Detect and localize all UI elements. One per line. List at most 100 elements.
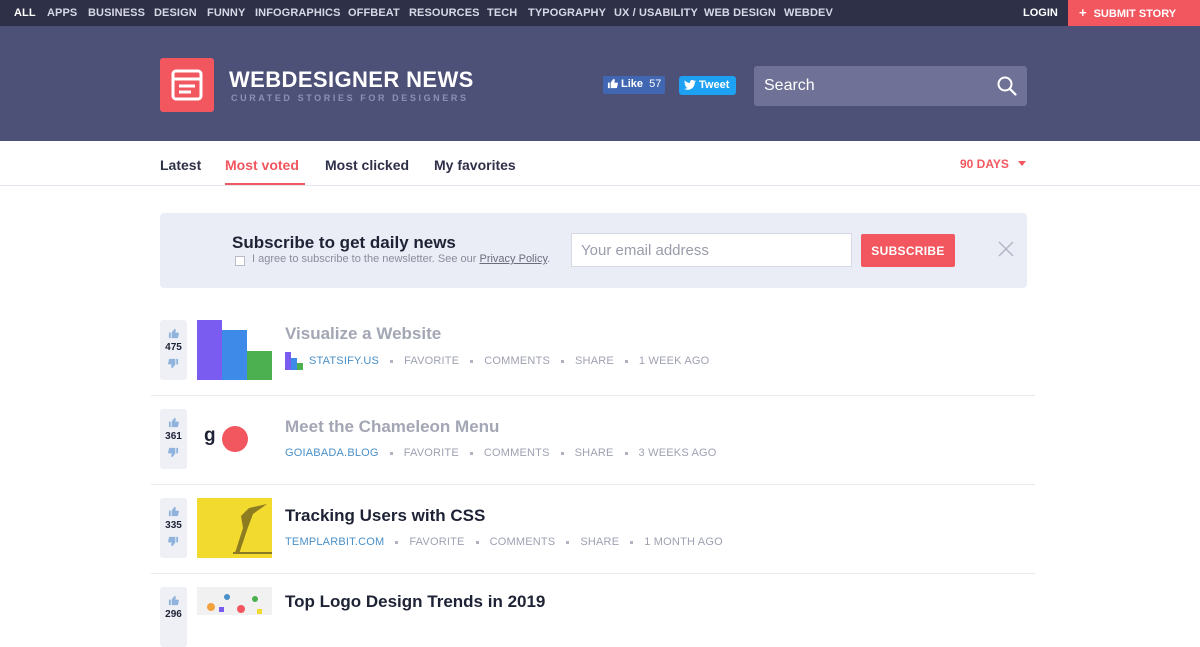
share-link[interactable]: SHARE [575,355,614,367]
search-input[interactable]: Search [764,77,815,95]
thumbs-up-icon [607,78,618,92]
story-title[interactable]: Visualize a Website [285,324,441,344]
favorite-link[interactable]: FAVORITE [409,536,464,548]
submit-story-button[interactable]: + SUBMIT STORY [1068,0,1200,26]
site-title[interactable]: WEBDESIGNER NEWS [229,67,474,93]
separator-dot [475,540,479,544]
tweet-label: Tweet [699,79,730,91]
story-time: 1 MONTH AGO [644,536,723,548]
separator-dot [469,451,473,455]
share-link[interactable]: SHARE [575,447,614,459]
separator-dot [630,540,634,544]
story-title[interactable]: Tracking Users with CSS [285,506,485,526]
separator-dot [389,451,393,455]
category-resources[interactable]: RESOURCES [409,7,480,19]
category-funny[interactable]: FUNNY [207,7,245,19]
story-title[interactable]: Top Logo Design Trends in 2019 [285,592,545,612]
plus-icon: + [1079,5,1087,20]
tweet-button[interactable]: Tweet [679,76,736,95]
comments-link[interactable]: COMMENTS [490,536,556,548]
separator-dot [470,359,474,363]
favorite-link[interactable]: FAVORITE [404,447,459,459]
comments-link[interactable]: COMMENTS [484,355,550,367]
separator-dot [624,359,628,363]
vote-widget: 296 [160,587,187,647]
category-typography[interactable]: TYPOGRAPHY [528,7,606,19]
story-thumbnail[interactable]: g [197,409,272,469]
story-meta: STATSIFY.US FAVORITE COMMENTS SHARE 1 WEEK A… [285,352,709,370]
caret-down-icon [1018,155,1027,169]
agree-text: I agree to subscribe to the newsletter. … [252,253,551,265]
search-box[interactable]: Search [754,66,1027,106]
site-tagline: CURATED STORIES FOR DESIGNERS [231,93,469,103]
separator-dot [390,359,394,363]
subscribe-title: Subscribe to get daily news [232,233,456,252]
tab-most-voted[interactable]: Most voted [225,157,299,173]
site-header: WEBDESIGNER NEWS CURATED STORIES FOR DES… [0,26,1200,141]
thumbnail-letter: g [204,425,216,446]
like-label: Like [621,78,644,90]
tab-most-clicked[interactable]: Most clicked [325,157,409,173]
vote-widget: 361 [160,409,187,469]
subscribe-button[interactable]: SUBSCRIBE [861,234,955,267]
story-thumbnail[interactable] [197,498,272,558]
category-apps[interactable]: APPS [47,7,77,19]
agree-label: I agree to subscribe to the newsletter. … [252,253,477,265]
story-time: 1 WEEK AGO [638,354,710,367]
story-divider [151,395,1035,396]
vote-count: 475 [165,342,182,353]
share-link[interactable]: SHARE [580,536,619,548]
story-title[interactable]: Meet the Chameleon Menu [285,417,499,437]
story-thumbnail[interactable] [197,320,272,380]
vote-count: 335 [165,520,182,531]
category-ux-usability[interactable]: UX / USABILITY [614,7,698,19]
story-time: 3 WEEKS AGO [638,447,717,459]
category-business[interactable]: BUSINESS [88,7,145,19]
facebook-like-button[interactable]: Like 57 [603,76,665,94]
source-favicon-icon [285,352,303,370]
downvote-icon[interactable] [168,356,179,374]
story-source-link[interactable]: TEMPLARBIT.COM [285,536,384,548]
comments-link[interactable]: COMMENTS [484,447,550,459]
tabs-divider [0,185,1200,186]
period-label: 90 DAYS [960,157,1009,171]
category-all[interactable]: ALL [14,7,36,19]
top-category-bar: ALL APPS BUSINESS DESIGN FUNNY INFOGRAPH… [0,0,1200,26]
vote-widget: 475 [160,320,187,380]
agree-checkbox[interactable] [235,256,245,266]
period-dropdown[interactable]: 90 DAYS [960,155,1027,171]
separator-dot [561,359,565,363]
search-icon[interactable] [997,76,1017,101]
story-divider [151,484,1035,485]
separator-dot [560,451,564,455]
separator-dot [566,540,570,544]
favorite-link[interactable]: FAVORITE [404,355,459,367]
privacy-policy-link[interactable]: Privacy Policy [479,253,547,265]
category-webdev[interactable]: WEBDEV [784,7,833,19]
story-meta: GOIABADA.BLOG FAVORITE COMMENTS SHARE 3 WEEK… [285,447,717,459]
category-web-design[interactable]: WEB DESIGN [704,7,776,19]
subscribe-panel: Subscribe to get daily news I agree to s… [160,213,1027,288]
separator-dot [624,451,628,455]
like-count: 57 [649,78,662,90]
story-thumbnail[interactable] [197,587,272,615]
story-meta: TEMPLARBIT.COM FAVORITE COMMENTS SHARE 1 MON… [285,536,723,548]
category-tech[interactable]: TECH [487,7,517,19]
category-offbeat[interactable]: OFFBEAT [348,7,400,19]
email-field[interactable]: Your email address [571,233,852,267]
login-link[interactable]: LOGIN [1023,7,1058,19]
separator-dot [395,540,399,544]
story-divider [151,573,1035,574]
tab-latest[interactable]: Latest [160,157,201,173]
category-design[interactable]: DESIGN [154,7,197,19]
downvote-icon[interactable] [168,534,179,552]
story-source-link[interactable]: GOIABADA.BLOG [285,447,379,459]
logo-icon[interactable] [160,58,214,112]
downvote-icon[interactable] [168,445,179,463]
close-icon[interactable] [998,241,1014,262]
vote-widget: 335 [160,498,187,558]
tab-my-favorites[interactable]: My favorites [434,157,516,173]
submit-story-label: SUBMIT STORY [1093,8,1177,20]
category-infographics[interactable]: INFOGRAPHICS [255,7,341,19]
story-source-link[interactable]: STATSIFY.US [309,355,379,367]
